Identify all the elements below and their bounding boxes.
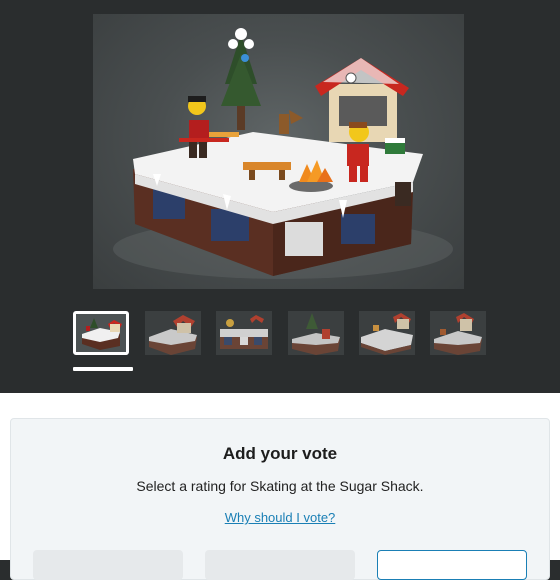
thumbnail-1[interactable] xyxy=(73,311,129,355)
vote-card: Add your vote Select a rating for Skatin… xyxy=(10,418,550,580)
active-thumbnail-indicator xyxy=(73,367,133,371)
vote-subtitle: Select a rating for Skating at the Sugar… xyxy=(136,478,424,494)
vote-title: Add your vote xyxy=(222,444,338,463)
thumbnail-4[interactable] xyxy=(288,311,344,355)
thumbnail-2[interactable] xyxy=(145,311,201,355)
why-vote-link[interactable]: Why should I vote? xyxy=(11,510,549,525)
vote-section: Add your vote Select a rating for Skatin… xyxy=(0,393,560,580)
rating-option-3[interactable] xyxy=(377,550,527,580)
rating-option-1[interactable] xyxy=(33,550,183,580)
thumbnail-3[interactable] xyxy=(216,311,272,355)
thumbnail-5[interactable] xyxy=(359,311,415,355)
image-gallery xyxy=(0,0,560,393)
thumbnail-strip xyxy=(73,311,493,371)
rating-option-2[interactable] xyxy=(205,550,355,580)
main-product-image[interactable] xyxy=(93,14,464,289)
thumbnail-6[interactable] xyxy=(430,311,486,355)
